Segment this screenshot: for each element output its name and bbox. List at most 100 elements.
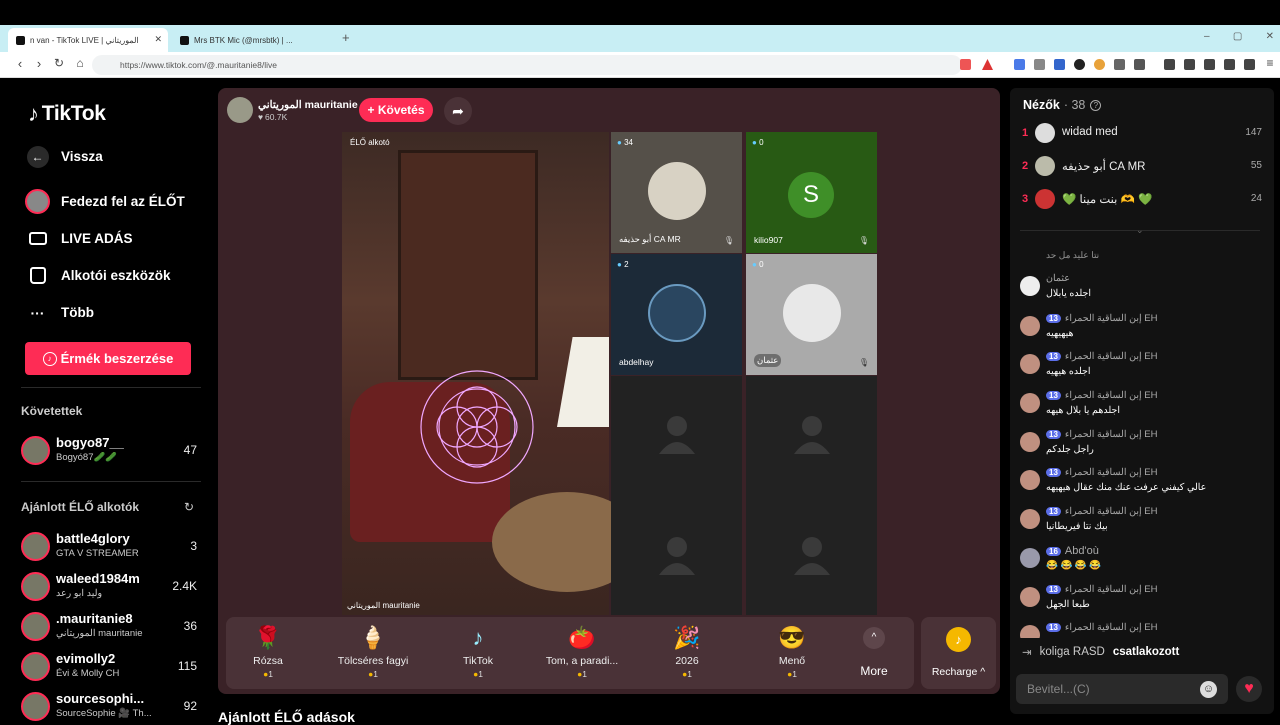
- gift-tom[interactable]: 🍅 Tom, a paradi... ●1: [532, 623, 632, 679]
- message-user[interactable]: إبن الساقية الحمراء EH: [1065, 313, 1158, 324]
- music-icon[interactable]: [1164, 59, 1175, 70]
- top-viewer[interactable]: 1 widad med 147: [1022, 122, 1262, 146]
- like-heart-icon[interactable]: ♥: [1236, 676, 1262, 702]
- blank-avatar: [783, 284, 841, 342]
- main-host-video[interactable]: ÉLŐ alkotó الموريتاني mauritanie: [342, 132, 642, 615]
- back-arrow-icon[interactable]: ‹: [12, 56, 28, 71]
- message-user[interactable]: إبن الساقية الحمراء EH: [1065, 351, 1158, 362]
- recommended-user[interactable]: .mauritanie8 الموريتاني mauritanie 36: [21, 610, 197, 644]
- guest-cell[interactable]: ● 2 abdelhay: [611, 254, 742, 375]
- browser-tab-active[interactable]: n van - TikTok LIVE | الموريتاني ✕: [8, 28, 168, 52]
- gift-2026[interactable]: 🎉 2026 ●1: [637, 623, 737, 679]
- home-icon[interactable]: ⌂: [72, 56, 88, 70]
- emoji-icon[interactable]: ☺: [1200, 681, 1217, 698]
- new-tab-button[interactable]: +: [342, 30, 350, 45]
- recommended-user[interactable]: waleed1984m وليد ابو رعد 2.4K: [21, 570, 197, 604]
- refresh-icon[interactable]: ↻: [184, 500, 194, 514]
- gift-cool[interactable]: 😎 Menő ●1: [742, 623, 842, 679]
- following-user[interactable]: bogyo87__ Bogyó87🥒🥒 47: [21, 434, 197, 468]
- following-header: Követettek: [21, 404, 83, 418]
- chevron-down-icon[interactable]: ⌄: [1136, 225, 1144, 236]
- recharge-button[interactable]: ♪ Recharge ^: [921, 617, 996, 689]
- help-icon[interactable]: ?: [1090, 99, 1102, 111]
- message-user[interactable]: إبن الساقية الحمراء EH: [1065, 390, 1158, 401]
- browser-tab[interactable]: Mrs BTK Mic (@mrsbtk) | ...: [172, 28, 332, 52]
- translate-icon[interactable]: [1014, 59, 1025, 70]
- avatar: [1020, 625, 1040, 638]
- sidebar-icon[interactable]: [1184, 59, 1195, 70]
- reload-icon[interactable]: ↻: [51, 56, 67, 70]
- viewer-score: 24: [1250, 193, 1262, 204]
- menu-live-broadcast[interactable]: LIVE ADÁS: [25, 226, 133, 251]
- url-field[interactable]: https://www.tiktok.com/@.mauritanie8/liv…: [92, 55, 962, 75]
- chat-message: 13 إبن الساقية الحمراء EH عالي كيفني عرفت…: [1018, 467, 1268, 503]
- settings-icon[interactable]: [1134, 59, 1145, 70]
- viewers-count: · 38: [1063, 98, 1086, 112]
- history-icon[interactable]: [1224, 59, 1235, 70]
- recommended-user[interactable]: battle4glory GTA V STREAMER 3: [21, 530, 197, 564]
- extensions-icon[interactable]: [1114, 59, 1125, 70]
- user-name: .mauritanie8: [56, 611, 133, 626]
- menu-creator-tools[interactable]: Alkotói eszközök: [25, 263, 171, 288]
- rose-icon: 🌹: [254, 625, 282, 650]
- tab-title: Mrs BTK Mic (@mrsbtk) | ...: [194, 35, 293, 45]
- forward-arrow-icon[interactable]: ›: [31, 56, 47, 71]
- recommended-user[interactable]: evimolly2 Évi & Molly CH 115: [21, 650, 197, 684]
- message-user[interactable]: إبن الساقية الحمراء EH: [1065, 622, 1158, 633]
- hls-icon[interactable]: [1054, 59, 1065, 70]
- warning-icon[interactable]: [982, 59, 993, 70]
- price-value: 1: [373, 669, 378, 679]
- message-user[interactable]: إبن الساقية الحمراء EH: [1065, 584, 1158, 595]
- shield-icon[interactable]: [960, 59, 971, 70]
- extension-x-icon[interactable]: [1034, 59, 1045, 70]
- chat-message: عثمان اجلده يابلال: [1018, 273, 1268, 309]
- avatar: [1020, 276, 1040, 296]
- host-avatar[interactable]: [227, 97, 253, 123]
- maximize-button[interactable]: ▢: [1233, 31, 1242, 42]
- divider: [21, 481, 201, 482]
- gift-rose[interactable]: 🌹 Rózsa ●1: [218, 623, 318, 679]
- github-icon[interactable]: [1074, 59, 1085, 70]
- empty-seat[interactable]: [746, 376, 877, 497]
- extension-color-icon[interactable]: [1094, 59, 1105, 70]
- message-header: 13 إبن الساقية الحمراء EH: [1046, 351, 1157, 362]
- empty-seat[interactable]: [611, 497, 742, 615]
- message-user[interactable]: Abd'où: [1065, 545, 1099, 557]
- tiktok-logo[interactable]: ♪ TikTok: [28, 101, 106, 127]
- back-button[interactable]: ← Vissza: [25, 144, 103, 169]
- message-user[interactable]: إبن الساقية الحمراء EH: [1065, 429, 1158, 440]
- top-viewer[interactable]: 3 💚 بنت مينا 🫶 💚 24: [1022, 188, 1262, 212]
- gift-ice-cream[interactable]: 🍦 Tölcséres fagyi ●1: [323, 623, 423, 679]
- follow-button[interactable]: + Követés: [359, 98, 433, 122]
- close-window-button[interactable]: ✕: [1266, 31, 1274, 42]
- guest-cell[interactable]: ● 34 أبو حذيفه CA MR 🎙: [611, 132, 742, 253]
- share-icon[interactable]: ➦: [444, 97, 472, 125]
- guest-cell[interactable]: ● 0 عثمان 🎙: [746, 254, 877, 375]
- guest-cell[interactable]: S ● 0 kilio907 🎙: [746, 132, 877, 253]
- join-user[interactable]: koliga RASD: [1040, 646, 1105, 658]
- more-gifts-button[interactable]: More: [856, 664, 892, 678]
- chat-input[interactable]: Bevitel...(C): [1016, 674, 1228, 704]
- level-badge: 13: [1046, 623, 1061, 632]
- browser-menu-icon[interactable]: ≡: [1262, 56, 1278, 70]
- top-viewer[interactable]: 2 أبو حذيفه CA MR 55: [1022, 155, 1262, 179]
- vpn-icon[interactable]: [1244, 59, 1255, 70]
- avatar: [21, 436, 50, 465]
- message-user[interactable]: إبن الساقية الحمراء EH: [1065, 467, 1158, 478]
- empty-seat[interactable]: [611, 376, 742, 497]
- recommended-user[interactable]: sourcesophi... SourceSophie 🎥 Th... 92: [21, 690, 197, 724]
- wallet-icon[interactable]: [1204, 59, 1215, 70]
- message-user[interactable]: عثمان: [1046, 273, 1070, 284]
- gift-tiktok[interactable]: ♪ TikTok ●1: [428, 623, 528, 679]
- chevron-up-icon[interactable]: ^: [863, 627, 885, 649]
- close-tab-icon[interactable]: ✕: [154, 34, 162, 45]
- empty-seat[interactable]: [746, 497, 877, 615]
- menu-explore-live[interactable]: Fedezd fel az ÉLŐT: [25, 189, 185, 214]
- menu-more[interactable]: ··· Több: [25, 300, 95, 325]
- host-name[interactable]: الموريتاني mauritanie: [258, 99, 358, 111]
- get-coins-button[interactable]: ♪ Érmék beszerzése: [25, 342, 191, 375]
- minimize-button[interactable]: –: [1204, 31, 1210, 42]
- message-user[interactable]: إبن الساقية الحمراء EH: [1065, 506, 1158, 517]
- moon-avatar: [648, 162, 706, 220]
- join-notice: ⇥ koliga RASD csatlakozott: [1022, 645, 1179, 659]
